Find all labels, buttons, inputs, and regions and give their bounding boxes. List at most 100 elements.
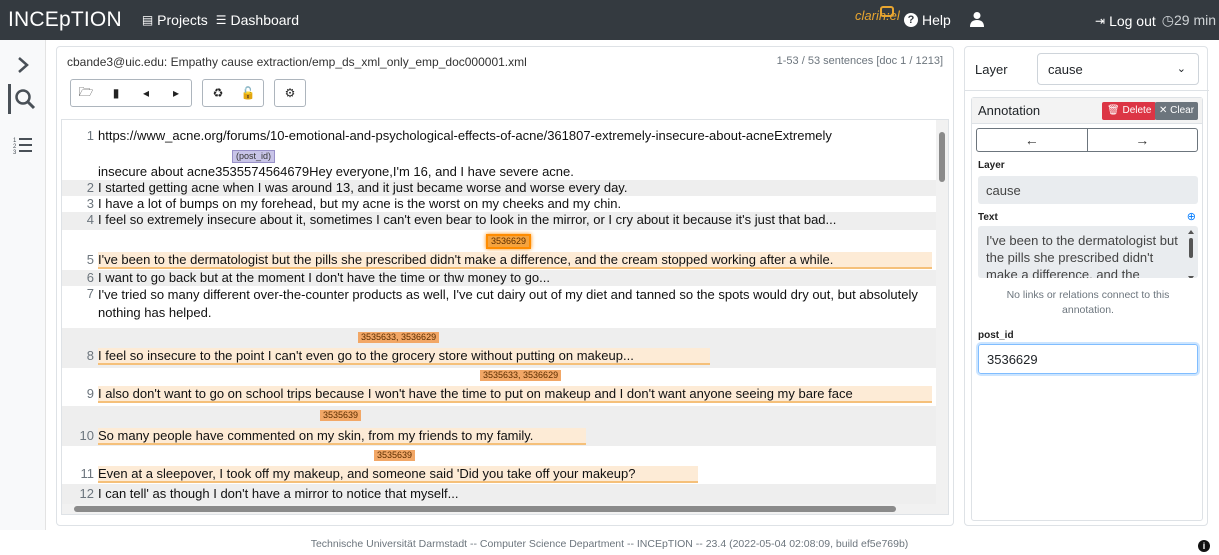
annotation-label[interactable]: 3535633, 3536629 [358,332,440,343]
user-icon[interactable] [970,11,984,27]
line-number: 10 [79,428,94,443]
clarin-bubble-icon [880,6,894,17]
post-id-input[interactable]: 3536629 [978,344,1198,374]
line-number: 7 [86,286,94,301]
chevron-right-icon [18,57,29,73]
sentence-row[interactable]: 3535639 10 So many people have commented… [62,406,936,446]
clear-button[interactable]: ✕ Clear [1155,102,1199,120]
sentence-text: I have a lot of bumps on my forehead, bu… [98,196,622,211]
top-navbar: INCEpTION ▤ Projects ☰ Dashboard clarin:… [0,0,1219,40]
projects-icon: ▤ [141,13,154,27]
reset-document-button[interactable]: ♻ [203,80,233,106]
line-number: 6 [86,270,94,285]
logout-icon: ⇥ [1095,13,1106,28]
nav-projects[interactable]: ▤ Projects [142,12,208,28]
field-text-label: Text [978,212,998,223]
sentence-text: I can tell' as though I don't have a mir… [98,486,459,501]
textarea-scrollbar[interactable] [1188,230,1194,278]
search-icon [14,89,35,110]
field-layer-label: Layer [978,160,1005,171]
brand-logo[interactable]: INCEpTION [8,8,122,32]
sentence-row[interactable]: 3535633, 3536629 9 I also don't want to … [62,368,936,406]
document-horizontal-scrollbar[interactable] [62,504,948,514]
document-vertical-scrollbar[interactable] [936,120,948,506]
line-number: 5 [86,252,94,267]
logout-link[interactable]: ⇥ Log out ◷29 min [1095,12,1216,29]
help-icon: ? [904,13,918,27]
sentence-text[interactable]: So many people have commented on my skin… [98,428,586,445]
no-links-message: No links or relations connect to this an… [1006,289,1170,316]
delete-button[interactable]: 🗑 Delete [1102,102,1157,120]
line-number: 9 [86,386,94,401]
lock-open-icon: 🔓 [240,86,256,100]
sentence-text: insecure about acne3535574564679Hey ever… [98,164,574,179]
field-layer-value: cause [978,176,1198,204]
sentence-text: I want to go back but at the moment I do… [98,270,550,285]
next-annotation-button[interactable]: → [1086,129,1198,151]
annotation-label[interactable]: 3535639 [374,450,416,461]
arrow-right-icon: → [1135,132,1150,148]
annotation-label-selected[interactable]: 3536629 [486,234,532,249]
expand-sidebar-button[interactable] [8,50,38,80]
sentence-text: I started getting acne when I was around… [98,180,628,195]
info-icon[interactable]: i [1198,540,1210,552]
sentence-row[interactable]: 6 I want to go back but at the moment I … [62,270,936,286]
sentence-row[interactable]: 4 I feel so extremely insecure about it,… [62,212,936,230]
trash-icon: 🗑 [1107,105,1123,116]
list-ordered-icon: 123 [13,138,32,155]
toolbar-group-settings: ⚙ [274,79,306,107]
annotation-navigation: ← → [976,128,1198,152]
plus-circle-icon[interactable]: ⊕ [1187,210,1196,223]
sentence-row[interactable]: 3536629 5 I've been to the dermatologist… [62,230,936,270]
search-button[interactable] [8,84,38,114]
left-sidebar: 123 [0,40,46,530]
help-label: Help [922,12,951,28]
sentence-row[interactable]: 12 I can tell' as though I don't have a … [62,484,936,506]
sentence-text[interactable]: I feel so insecure to the point I can't … [98,348,710,365]
editor-toolbar: 🗁 ▮ ◂ ▸ ♻ 🔓 ⚙ [70,79,316,107]
sentence-text: I feel so extremely insecure about it, s… [98,212,837,227]
sentence-text[interactable]: Even at a sleepover, I took off my makeu… [98,466,698,483]
sentence-info: 1-53 / 53 sentences [doc 1 / 1213] [776,55,943,67]
document-text: 1 https://www_acne.org/forums/10-emotion… [62,120,936,506]
annotation-label[interactable]: 3535633, 3536629 [480,370,562,381]
annotation-label[interactable]: (post_id) [232,150,276,163]
layer-select-value: cause [1048,62,1083,77]
sentence-text[interactable]: I've been to the dermatologist but the p… [98,252,932,269]
annotation-sidebar: Layer cause ⌄ Annotation 🗑 Delete ✕ Clea… [964,46,1209,526]
next-document-button[interactable]: ▸ [161,80,191,106]
sentence-text[interactable]: I also don't want to go on school trips … [98,386,932,403]
sentence-row[interactable]: 3535639 11 Even at a sleepover, I took o… [62,446,936,484]
chevron-down-icon: ⌄ [1176,63,1186,75]
post-id-value: 3536629 [987,352,1038,367]
finish-document-button[interactable]: 🔓 [233,80,263,106]
open-document-button[interactable]: 🗁 [71,80,101,106]
settings-button[interactable]: ⚙ [275,80,305,106]
scrollbar-thumb[interactable] [939,132,945,182]
line-number: 8 [86,348,94,363]
sentence-row[interactable]: 7 I've tried so many different over-the-… [62,286,936,326]
sentence-text: I've tried so many different over-the-co… [98,287,918,320]
outline-button[interactable]: 123 [8,130,38,160]
prev-document-button[interactable]: ◂ [131,80,161,106]
sentence-row[interactable]: 1 https://www_acne.org/forums/10-emotion… [62,124,936,180]
field-text-value: I've been to the dermatologist but the p… [978,226,1198,278]
layer-select[interactable]: cause ⌄ [1037,53,1199,85]
nav-dashboard-label: Dashboard [230,12,300,28]
toolbar-group-state: ♻ 🔓 [202,79,264,107]
export-document-button[interactable]: ▮ [101,80,131,106]
help-link[interactable]: ? Help [904,12,951,28]
nav-dashboard[interactable]: ☰ Dashboard [216,12,299,28]
close-icon: ✕ [1159,105,1171,116]
session-timer: ◷29 min [1161,12,1217,28]
annotation-title: Annotation [978,103,1041,118]
annotation-label[interactable]: 3535639 [320,410,362,421]
sentence-row[interactable]: 3 I have a lot of bumps on my forehead, … [62,196,936,212]
sentence-row[interactable]: 2 I started getting acne when I was arou… [62,180,936,196]
sentence-text: https://www_acne.org/forums/10-emotional… [98,128,832,143]
scrollbar-thumb[interactable] [74,506,896,512]
logout-label: Log out [1109,12,1156,29]
sentence-row[interactable]: 3535633, 3536629 8 I feel so insecure to… [62,328,936,368]
clock-icon: ◷ [1161,12,1174,28]
previous-annotation-button[interactable]: ← [977,129,1087,151]
